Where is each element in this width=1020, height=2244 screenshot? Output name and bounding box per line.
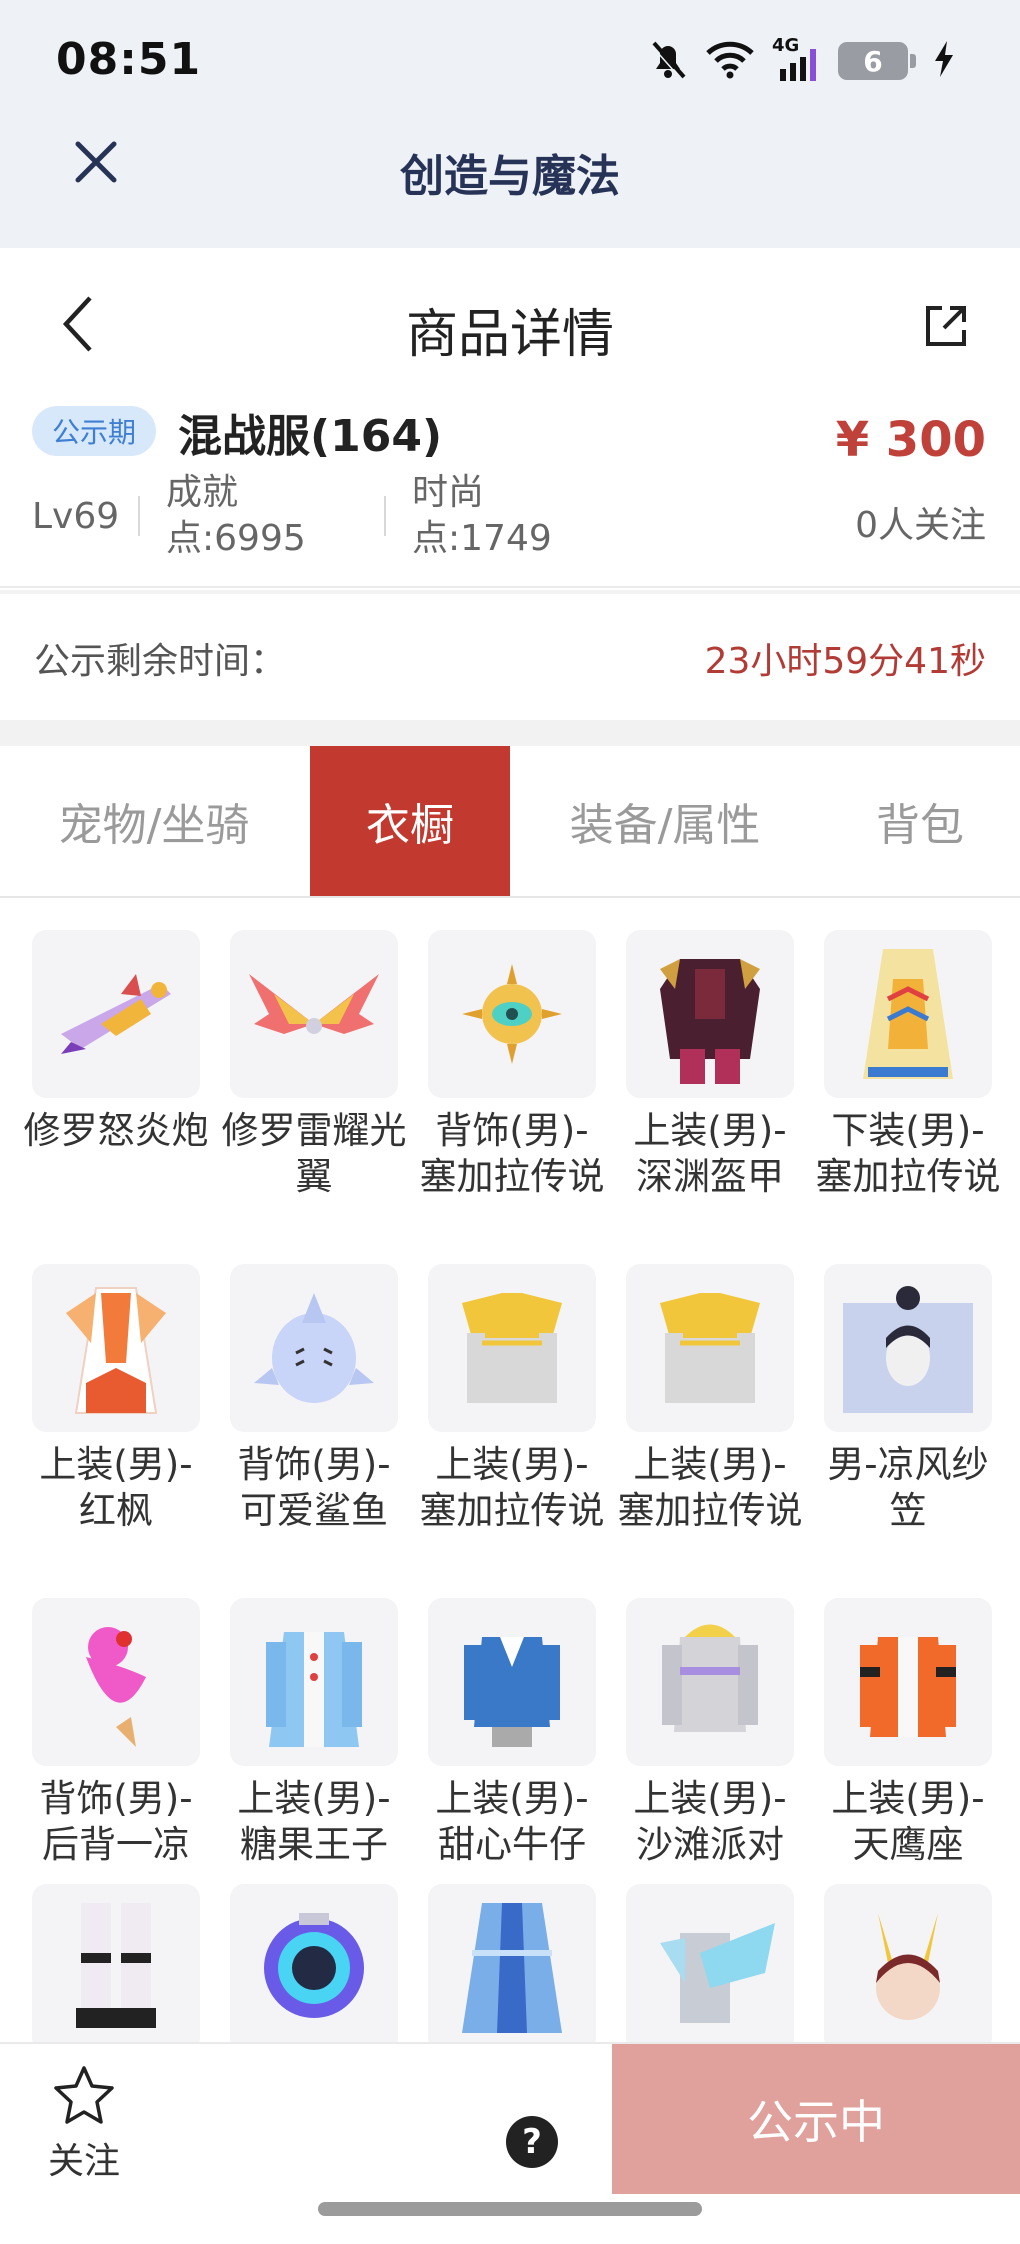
prince-coat-icon: [230, 1598, 398, 1766]
product-detail-page: 08:51 4G 6 创造与魔法 商品详情 公示期 混战服(164) ¥ 300…: [0, 0, 1020, 2244]
item-label: 修罗怒炎炮: [23, 1109, 209, 1152]
level-value: Lv69: [32, 495, 120, 537]
tab-wardrobe[interactable]: 衣橱: [310, 746, 510, 896]
wardrobe-item[interactable]: [230, 1884, 398, 2042]
product-summary: 公示期 混战服(164) ¥ 300 Lv69 成就 点:6995 时尚 点:1…: [0, 398, 1020, 588]
status-badge: 公示期: [32, 406, 157, 456]
page-title: 商品详情: [405, 305, 614, 365]
product-price: ¥ 300: [835, 412, 986, 468]
item-label: 下装(男)-塞加拉传说: [815, 1109, 1001, 1198]
achievement-stat: 成就 点:6995: [166, 472, 306, 559]
product-name: 混战服(164): [178, 411, 443, 462]
wardrobe-item[interactable]: [32, 1884, 200, 2042]
eye-ornament-icon: [428, 930, 596, 1098]
countdown-row: 公示剩余时间： 23小时59分41秒: [0, 594, 1020, 720]
star-icon: [52, 2064, 116, 2130]
gold-shirt-icon: [626, 1264, 794, 1432]
wardrobe-item[interactable]: 上装(男)-塞加拉传说: [420, 1264, 605, 1534]
wing-top-icon: [626, 1884, 794, 2042]
wardrobe-item[interactable]: 上装(男)-天鹰座: [824, 1598, 992, 1868]
robe-icon: [824, 930, 992, 1098]
category-tabs: 宠物/坐骑 衣橱 装备/属性 背包: [0, 746, 1020, 898]
app-title: 创造与魔法: [400, 151, 620, 202]
boots-icon: [32, 1884, 200, 2042]
status-time: 08:51: [56, 34, 202, 85]
signal-4g-icon: 4G: [772, 35, 822, 83]
wardrobe-grid: 修罗怒炎炮 修罗雷耀光翼 背饰(男)-塞加拉传说 上装(男)-深渊盔甲 下装(男…: [0, 900, 1020, 2042]
item-label: 背饰(男)-塞加拉传说: [419, 1109, 605, 1198]
item-label: 上装(男)-塞加拉传说: [419, 1443, 605, 1532]
wardrobe-item[interactable]: 男-凉风纱笠: [824, 1264, 992, 1534]
help-button[interactable]: ?: [506, 2116, 558, 2168]
wardrobe-item[interactable]: 下装(男)-塞加拉传说: [816, 930, 1001, 1200]
cannon-icon: [32, 930, 200, 1098]
item-label: 上装(男)-塞加拉传说: [617, 1443, 803, 1532]
divider: [0, 720, 1020, 746]
fashion-stat: 时尚 点:1749: [412, 472, 552, 559]
wardrobe-item[interactable]: 上装(男)-塞加拉传说: [618, 1264, 803, 1534]
wings-icon: [230, 930, 398, 1098]
wardrobe-item[interactable]: 背饰(男)-塞加拉传说: [420, 930, 605, 1200]
mute-bell-icon: [648, 37, 688, 85]
item-label: 上装(男)-红枫: [39, 1443, 193, 1532]
item-label: 上装(男)-天鹰座: [831, 1777, 985, 1866]
item-label: 男-凉风纱笠: [827, 1443, 989, 1532]
tab-equipment-attributes[interactable]: 装备/属性: [510, 746, 820, 896]
wardrobe-item[interactable]: 上装(男)-甜心牛仔: [428, 1598, 596, 1868]
home-indicator[interactable]: [318, 2202, 702, 2216]
item-label: 背饰(男)-后背一凉: [39, 1777, 193, 1866]
blue-cape-icon: [428, 1884, 596, 2042]
charging-bolt-icon: [932, 39, 956, 83]
wardrobe-item[interactable]: 背饰(男)-可爱鲨鱼: [230, 1264, 398, 1534]
shark-icon: [230, 1264, 398, 1432]
top-header: 08:51 4G 6 创造与魔法: [0, 0, 1020, 248]
item-label: 上装(男)-糖果王子: [237, 1777, 391, 1866]
jetpack-icon: [230, 1884, 398, 2042]
tab-backpack[interactable]: 背包: [820, 746, 1020, 896]
gold-shirt-icon: [428, 1264, 596, 1432]
wardrobe-item[interactable]: 背饰(男)-后背一凉: [32, 1598, 200, 1868]
page-header: 商品详情: [0, 248, 1020, 404]
wardrobe-item[interactable]: 上装(男)-红枫: [32, 1264, 200, 1534]
countdown-value: 23小时59分41秒: [704, 641, 986, 682]
denim-jacket-icon: [428, 1598, 596, 1766]
countdown-label: 公示剩余时间：: [34, 641, 287, 682]
tab-pets-mounts[interactable]: 宠物/坐骑: [0, 746, 308, 896]
divider: [384, 496, 386, 536]
wardrobe-item[interactable]: 修罗雷耀光翼: [222, 930, 407, 1200]
battery-icon: 6: [838, 42, 916, 80]
orange-jacket-icon: [824, 1598, 992, 1766]
status-icons: 4G 6: [648, 35, 956, 86]
wardrobe-item[interactable]: [824, 1884, 992, 2042]
wardrobe-item[interactable]: 修罗怒炎炮: [24, 930, 209, 1154]
follow-button[interactable]: 关注: [48, 2064, 120, 2184]
wardrobe-item[interactable]: 上装(男)-沙滩派对: [626, 1598, 794, 1868]
share-external-icon: [922, 302, 970, 354]
public-status-button[interactable]: 公示中: [612, 2044, 1020, 2194]
divider: [138, 496, 140, 536]
product-stats: Lv69 成就 点:6995 时尚 点:1749: [32, 466, 630, 566]
item-label: 上装(男)-甜心牛仔: [435, 1777, 589, 1866]
wardrobe-item[interactable]: [626, 1884, 794, 2042]
ice-cream-icon: [32, 1598, 200, 1766]
wifi-icon: [704, 39, 756, 83]
share-button[interactable]: [916, 298, 976, 358]
wardrobe-item[interactable]: [428, 1884, 596, 2042]
follower-count: 0人关注: [855, 505, 986, 546]
item-label: 上装(男)-深渊盔甲: [633, 1109, 787, 1198]
horned-head-icon: [824, 1884, 992, 2042]
red-robe-icon: [32, 1264, 200, 1432]
wardrobe-item[interactable]: 上装(男)-糖果王子: [230, 1598, 398, 1868]
item-label: 修罗雷耀光翼: [221, 1109, 407, 1198]
armor-icon: [626, 930, 794, 1098]
hoodie-icon: [626, 1598, 794, 1766]
veil-hat-icon: [824, 1264, 992, 1432]
item-label: 上装(男)-沙滩派对: [633, 1777, 787, 1866]
wardrobe-item[interactable]: 上装(男)-深渊盔甲: [626, 930, 794, 1200]
follow-label: 关注: [48, 2141, 121, 2182]
item-label: 背饰(男)-可爱鲨鱼: [237, 1443, 391, 1532]
